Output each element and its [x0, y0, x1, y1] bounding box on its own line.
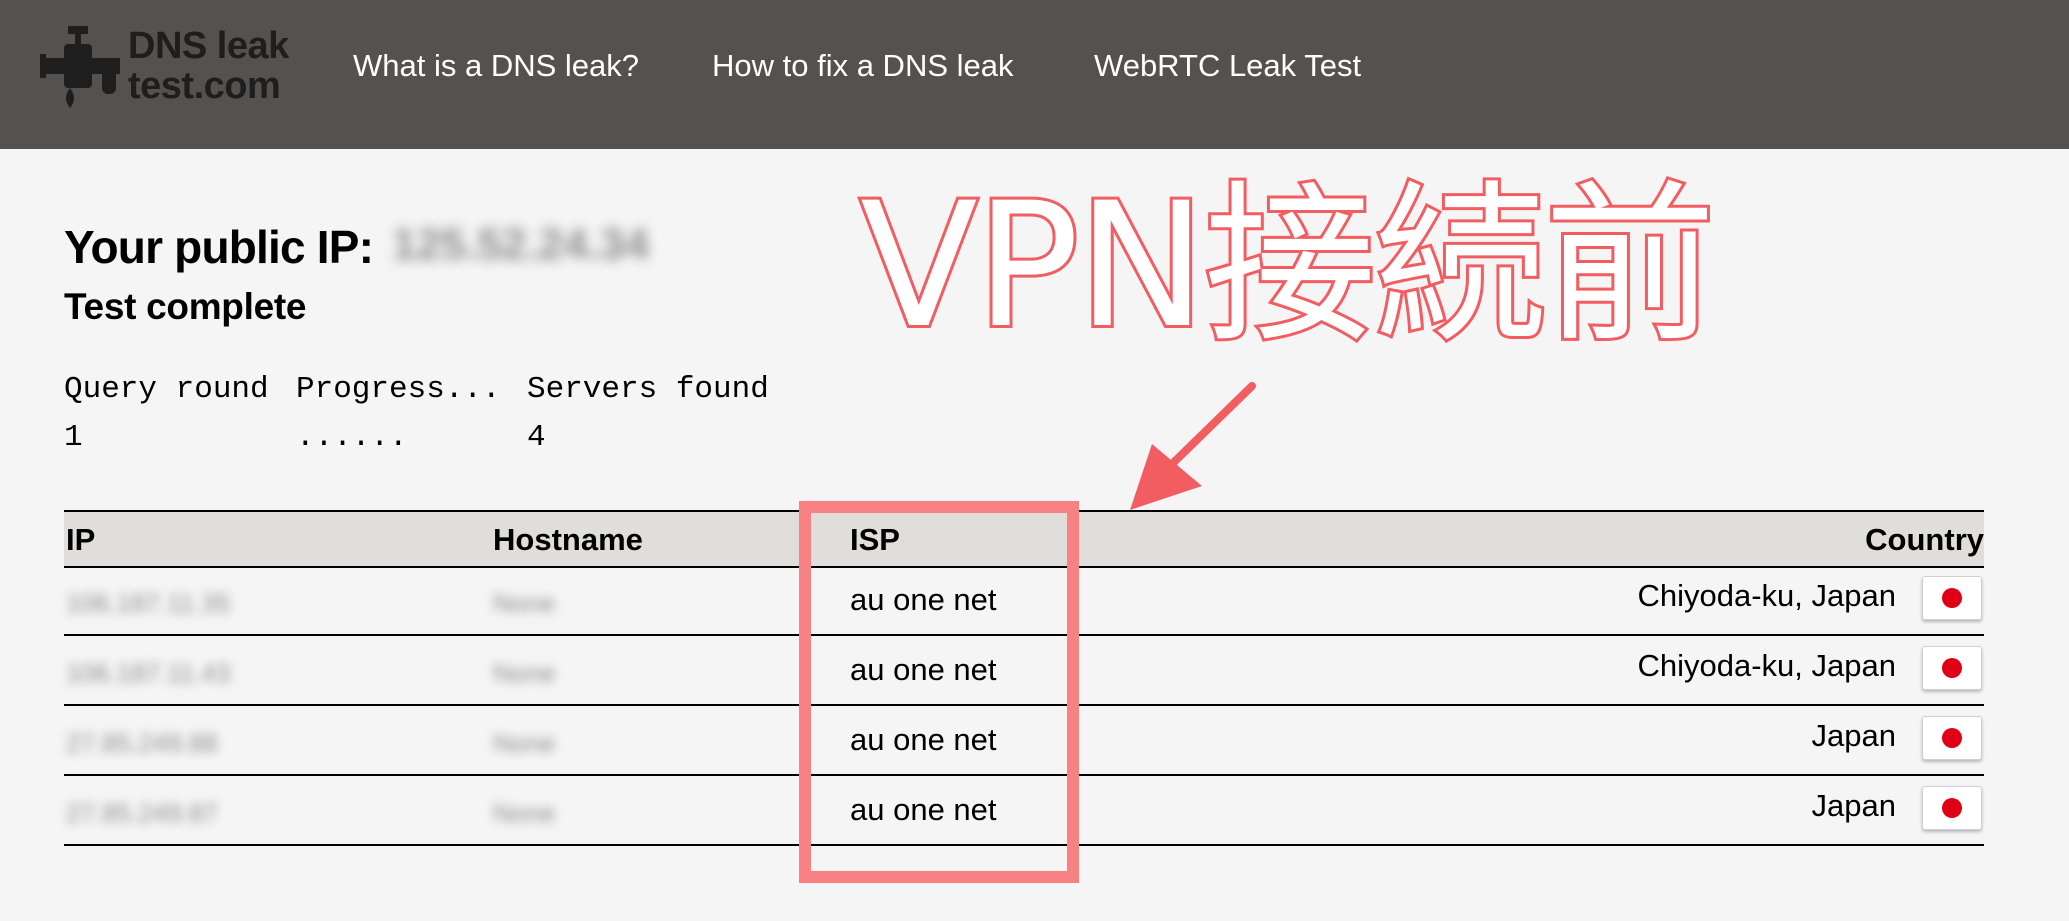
progress-header-progress: Progress... [296, 372, 501, 407]
public-ip-value: 125.52.24.34 [392, 220, 649, 269]
column-header-ip: IP [66, 522, 96, 557]
annotation-arrow-icon [1130, 382, 1256, 510]
logo-text-line1: DNS leak [128, 25, 289, 67]
japan-flag-icon [1922, 786, 1982, 830]
site-logo[interactable]: DNS leak test.com [40, 22, 310, 112]
progress-header-query-round: Query round [64, 372, 269, 407]
logo-text: DNS leak test.com [128, 26, 289, 106]
faucet-logo-icon [40, 26, 120, 108]
logo-text-line2: test.com [128, 65, 281, 107]
ip-cell: 106.187.11.35 [66, 588, 231, 618]
test-status: Test complete [64, 286, 307, 327]
annotation-title: VPN接続前 [857, 163, 1719, 369]
progress-value-progress: ...... [296, 420, 408, 455]
hostname-cell: None [493, 658, 556, 688]
nav-how-to-fix-dns-leak[interactable]: How to fix a DNS leak [712, 48, 1014, 84]
hostname-cell: None [493, 588, 556, 618]
country-cell: Japan [1811, 788, 1896, 823]
isp-highlight-box [799, 501, 1079, 883]
progress-value-servers-found: 4 [527, 420, 546, 455]
hostname-cell: None [493, 728, 556, 758]
ip-cell: 27.85.249.88 [66, 728, 218, 758]
japan-flag-icon [1922, 646, 1982, 690]
progress-value-query-round: 1 [64, 420, 83, 455]
country-cell: Chiyoda-ku, Japan [1637, 648, 1897, 683]
progress-header-servers-found: Servers found [527, 372, 769, 407]
column-header-hostname: Hostname [493, 522, 643, 557]
nav-webrtc-leak-test[interactable]: WebRTC Leak Test [1094, 48, 1361, 84]
top-navigation-bar: DNS leak test.com What is a DNS leak? Ho… [0, 0, 2069, 149]
japan-flag-icon [1922, 576, 1982, 620]
ip-cell: 27.85.249.87 [66, 798, 218, 828]
japan-flag-icon [1922, 716, 1982, 760]
country-cell: Chiyoda-ku, Japan [1637, 578, 1897, 613]
country-cell: Japan [1811, 718, 1896, 753]
public-ip-label: Your public IP: [64, 221, 374, 273]
ip-cell: 106.187.11.43 [66, 658, 231, 688]
column-header-country: Country [1865, 522, 1984, 557]
hostname-cell: None [493, 798, 556, 828]
nav-what-is-dns-leak[interactable]: What is a DNS leak? [353, 48, 639, 84]
